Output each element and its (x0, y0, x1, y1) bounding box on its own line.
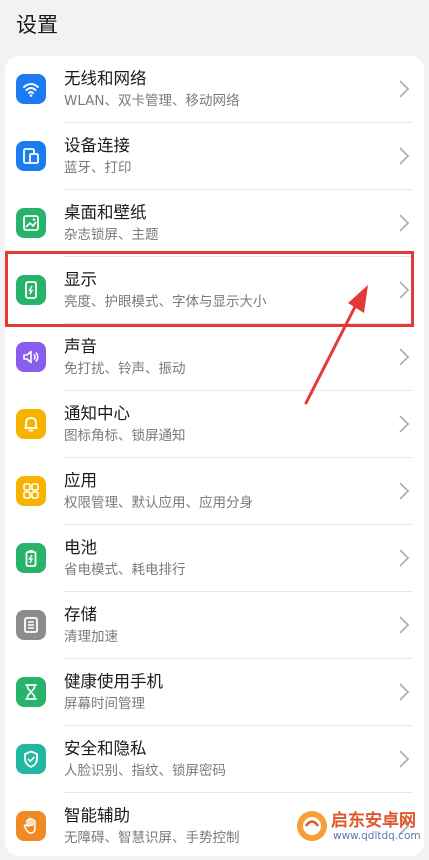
annotation-arrow (304, 285, 368, 405)
settings-item-subtitle: 省电模式、耗电排行 (64, 562, 186, 578)
watermark-url: www.qdltdq.com (333, 830, 421, 842)
settings-item-device-connection[interactable]: 设备连接 蓝牙、打印 (5, 123, 424, 190)
settings-item-battery[interactable]: 电池 省电模式、耗电排行 (5, 525, 424, 592)
display-icon (16, 275, 46, 305)
settings-item-apps[interactable]: 应用 权限管理、默认应用、应用分身 (5, 458, 424, 525)
settings-item-title: 应用 (64, 471, 97, 490)
speaker-icon (16, 342, 46, 372)
settings-item-title: 电池 (64, 538, 97, 557)
settings-item-title: 设备连接 (64, 136, 130, 155)
settings-item-subtitle: 屏幕时间管理 (64, 696, 145, 712)
hourglass-icon (16, 677, 46, 707)
settings-item-security-privacy[interactable]: 安全和隐私 人脸识别、指纹、锁屏密码 (5, 726, 424, 793)
settings-item-subtitle: 图标角标、锁屏通知 (64, 428, 186, 444)
chevron-right-icon (399, 214, 410, 232)
settings-item-subtitle: 人脸识别、指纹、锁屏密码 (64, 763, 226, 779)
bell-icon (16, 409, 46, 439)
chevron-right-icon (399, 147, 410, 165)
battery-icon (16, 543, 46, 573)
page-title: 设置 (16, 13, 58, 37)
chevron-right-icon (399, 348, 410, 366)
chevron-right-icon (399, 415, 410, 433)
chevron-right-icon (399, 281, 410, 299)
settings-item-subtitle: 免打扰、铃声、振动 (64, 361, 186, 377)
settings-item-title: 显示 (64, 270, 97, 289)
settings-item-desktop-wallpaper[interactable]: 桌面和壁纸 杂志锁屏、主题 (5, 190, 424, 257)
chevron-right-icon (399, 482, 410, 500)
device-connect-icon (16, 141, 46, 171)
settings-item-subtitle: 蓝牙、打印 (64, 160, 132, 176)
settings-item-title: 健康使用手机 (64, 672, 163, 691)
wifi-icon (16, 74, 46, 104)
chevron-right-icon (399, 616, 410, 634)
chevron-right-icon (399, 80, 410, 98)
settings-item-subtitle: 杂志锁屏、主题 (64, 227, 159, 243)
settings-item-title: 无线和网络 (64, 69, 147, 88)
shield-icon (16, 744, 46, 774)
watermark-name: 启东安卓网 (331, 811, 416, 831)
settings-item-subtitle: 清理加速 (64, 629, 118, 645)
chevron-right-icon (399, 549, 410, 567)
hand-icon (16, 811, 46, 841)
chevron-right-icon (399, 683, 410, 701)
wallpaper-icon (16, 208, 46, 238)
settings-item-subtitle: 亮度、护眼模式、字体与显示大小 (64, 294, 267, 310)
settings-item-title: 安全和隐私 (64, 739, 147, 758)
settings-item-title: 存储 (64, 605, 97, 624)
settings-item-digital-balance[interactable]: 健康使用手机 屏幕时间管理 (5, 659, 424, 726)
settings-item-title: 桌面和壁纸 (64, 203, 147, 222)
settings-item-wireless-network[interactable]: 无线和网络 WLAN、双卡管理、移动网络 (5, 56, 424, 123)
settings-item-subtitle: 无障碍、智慧识屏、手势控制 (64, 830, 240, 846)
settings-item-subtitle: 权限管理、默认应用、应用分身 (64, 495, 253, 511)
watermark-logo-icon (297, 811, 327, 841)
apps-grid-icon (16, 476, 46, 506)
settings-item-title: 通知中心 (64, 404, 130, 423)
settings-item-subtitle: WLAN、双卡管理、移动网络 (64, 93, 240, 109)
storage-icon (16, 610, 46, 640)
settings-item-title: 声音 (64, 337, 97, 356)
watermark: 启东安卓网 www.qdltdq.com (293, 805, 421, 847)
settings-list: 无线和网络 WLAN、双卡管理、移动网络 设备连接 蓝牙、打印 桌面和壁纸 杂志… (5, 56, 424, 856)
settings-item-storage[interactable]: 存储 清理加速 (5, 592, 424, 659)
chevron-right-icon (399, 750, 410, 768)
settings-item-title: 智能辅助 (64, 806, 130, 825)
